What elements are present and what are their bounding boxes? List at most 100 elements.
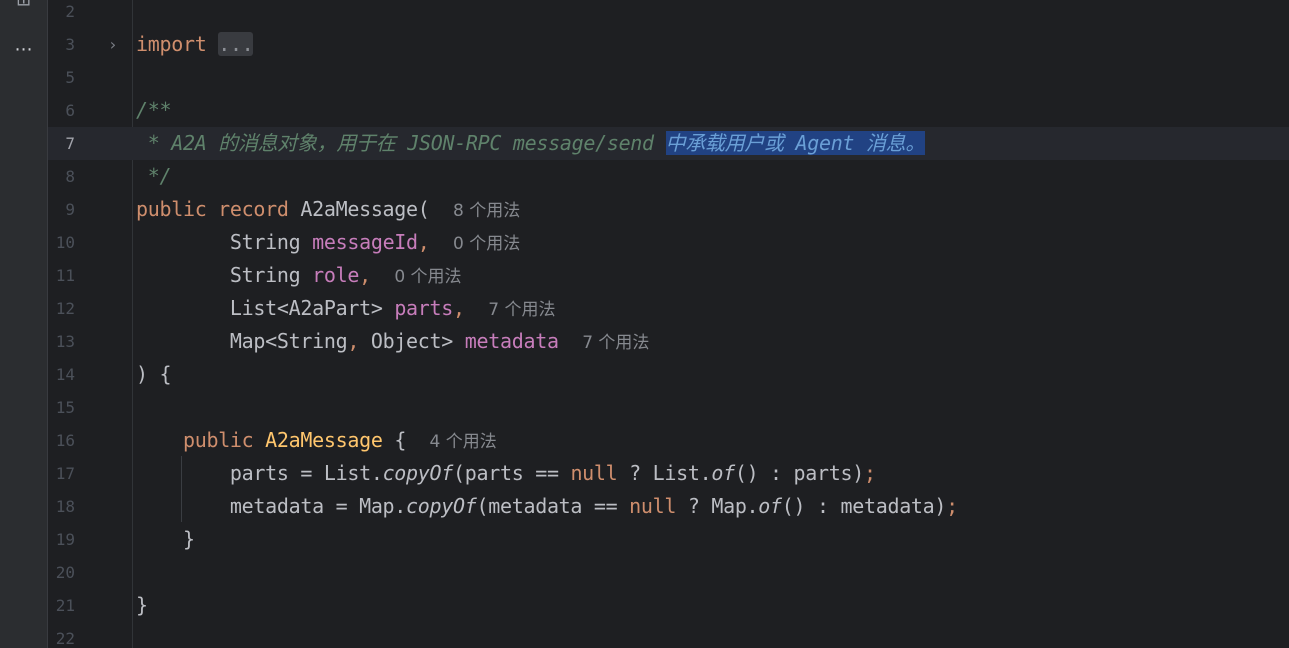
usage-hint[interactable]: 7 个用法 [488, 300, 555, 320]
code-text[interactable]: ) { [136, 358, 172, 391]
line-number[interactable]: 7 [48, 127, 75, 160]
code-line[interactable]: 11 String role, 0 个用法 [48, 259, 1289, 292]
code-token: Object> [359, 329, 465, 353]
code-line[interactable]: 16 public A2aMessage { 4 个用法 [48, 424, 1289, 457]
code-line[interactable]: 21} [48, 589, 1289, 622]
code-text[interactable]: public A2aMessage { 4 个用法 [136, 424, 497, 457]
code-token: String [136, 230, 313, 254]
code-text[interactable]: public record A2aMessage( 8 个用法 [136, 193, 520, 226]
usage-hint[interactable]: 0 个用法 [453, 234, 520, 254]
keyword-token: , [453, 296, 465, 320]
code-line[interactable]: 10 String messageId, 0 个用法 [48, 226, 1289, 259]
code-line[interactable]: 8 */ [48, 160, 1289, 193]
code-token: () : metadata) [781, 494, 947, 518]
code-token: copyOf [382, 461, 454, 485]
line-number[interactable]: 5 [48, 61, 75, 94]
code-token: { [382, 428, 430, 452]
field-name-token: role [312, 263, 360, 287]
code-token: (parts == [453, 461, 571, 485]
line-number[interactable]: 3 [48, 28, 75, 61]
code-text[interactable]: */ [136, 160, 172, 193]
code-token: copyOf [406, 494, 477, 518]
line-number[interactable]: 22 [48, 622, 75, 648]
doc-comment-text: 中承载用户或 Agent 消息。 [665, 131, 926, 155]
code-token: } [136, 527, 195, 551]
code-line[interactable]: 12 List<A2aPart> parts, 7 个用法 [48, 292, 1289, 325]
line-number[interactable]: 16 [48, 424, 75, 457]
keyword-token: , [417, 230, 430, 254]
code-text[interactable]: String messageId, 0 个用法 [136, 226, 520, 259]
more-tools-icon[interactable]: ⋯ [0, 36, 48, 64]
code-line[interactable]: 17 parts = List.copyOf(parts == null ? L… [48, 457, 1289, 490]
doc-comment-text: * A2A 的消息对象，用于在 JSON-RPC message/send [136, 131, 666, 155]
ide-window: ⊟ ⋯ 23 › import ... 56 /** 7 * A2A 的消息对象，用于在 … [0, 0, 1289, 648]
code-text[interactable]: /** [136, 94, 172, 127]
keyword-token: public record [136, 197, 301, 221]
keyword-token: null [570, 461, 618, 485]
code-line[interactable]: 13 Map<String, Object> metadata 7 个用法 [48, 325, 1289, 358]
code-token: Map<String [136, 329, 348, 353]
code-token: metadata = Map. [136, 494, 407, 518]
usage-hint[interactable]: 0 个用法 [394, 267, 461, 287]
folded-imports-placeholder[interactable]: ... [218, 32, 254, 56]
code-line[interactable]: 22 [48, 622, 1289, 648]
code-token: List<A2aPart> [136, 296, 395, 320]
line-number[interactable]: 11 [48, 259, 75, 292]
code-line[interactable]: 5 [48, 61, 1289, 94]
code-token: ? List. [617, 461, 712, 485]
code-line[interactable]: 6 /** [48, 94, 1289, 127]
usage-hint[interactable]: 7 个用法 [582, 333, 649, 353]
code-line[interactable]: 14 ) { [48, 358, 1289, 391]
code-token: ) { [136, 362, 172, 386]
code-token: A2aMessage [265, 428, 383, 452]
line-number[interactable]: 17 [48, 457, 75, 490]
code-line[interactable]: 2 [48, 0, 1289, 28]
line-number[interactable]: 6 [48, 94, 75, 127]
line-number[interactable]: 13 [48, 325, 75, 358]
code-line[interactable]: 3 › import ... [48, 28, 1289, 61]
usage-hint[interactable]: 8 个用法 [453, 201, 520, 221]
line-number[interactable]: 14 [48, 358, 75, 391]
code-text[interactable]: metadata = Map.copyOf(metadata == null ?… [136, 490, 958, 523]
keyword-token: import [136, 32, 207, 56]
code-text[interactable]: * A2A 的消息对象，用于在 JSON-RPC message/send 中承… [136, 127, 925, 160]
field-name-token: messageId [312, 230, 418, 254]
usage-hint[interactable]: 4 个用法 [430, 432, 497, 452]
code-text[interactable]: parts = List.copyOf(parts == null ? List… [136, 457, 876, 490]
code-line[interactable]: 18 metadata = Map.copyOf(metadata == nul… [48, 490, 1289, 523]
line-number[interactable]: 15 [48, 391, 75, 424]
field-name-token: parts [394, 296, 454, 320]
line-number[interactable]: 2 [48, 0, 75, 28]
code-token: () : parts) [734, 461, 864, 485]
code-line[interactable]: 7 * A2A 的消息对象，用于在 JSON-RPC message/send … [48, 127, 1289, 160]
code-line[interactable]: 9 public record A2aMessage( 8 个用法 [48, 193, 1289, 226]
code-text[interactable]: String role, 0 个用法 [136, 259, 462, 292]
line-number[interactable]: 19 [48, 523, 75, 556]
code-token: String [136, 263, 313, 287]
line-number[interactable]: 20 [48, 556, 75, 589]
line-number[interactable]: 8 [48, 160, 75, 193]
line-number[interactable]: 10 [48, 226, 75, 259]
code-line[interactable]: 20 [48, 556, 1289, 589]
code-text[interactable]: Map<String, Object> metadata 7 个用法 [136, 325, 650, 358]
fold-chevron-icon[interactable]: › [105, 28, 121, 61]
code-editor[interactable]: 2 3 › import ... 5 6 /** 7 * A2A 的消息对象，用于在 JSON… [48, 0, 1289, 648]
code-line[interactable]: 19 } [48, 523, 1289, 556]
line-number[interactable]: 18 [48, 490, 75, 523]
code-text[interactable]: } [136, 589, 148, 622]
line-number[interactable]: 9 [48, 193, 75, 226]
code-line[interactable]: 15 [48, 391, 1289, 424]
tool-window-icon[interactable]: ⊟ [13, 0, 34, 12]
line-number[interactable]: 21 [48, 589, 75, 622]
code-text[interactable]: List<A2aPart> parts, 7 个用法 [136, 292, 556, 325]
code-text[interactable]: import ... [136, 28, 254, 61]
keyword-token: public [182, 428, 266, 452]
line-number[interactable]: 12 [48, 292, 75, 325]
code-text[interactable]: } [136, 523, 195, 556]
